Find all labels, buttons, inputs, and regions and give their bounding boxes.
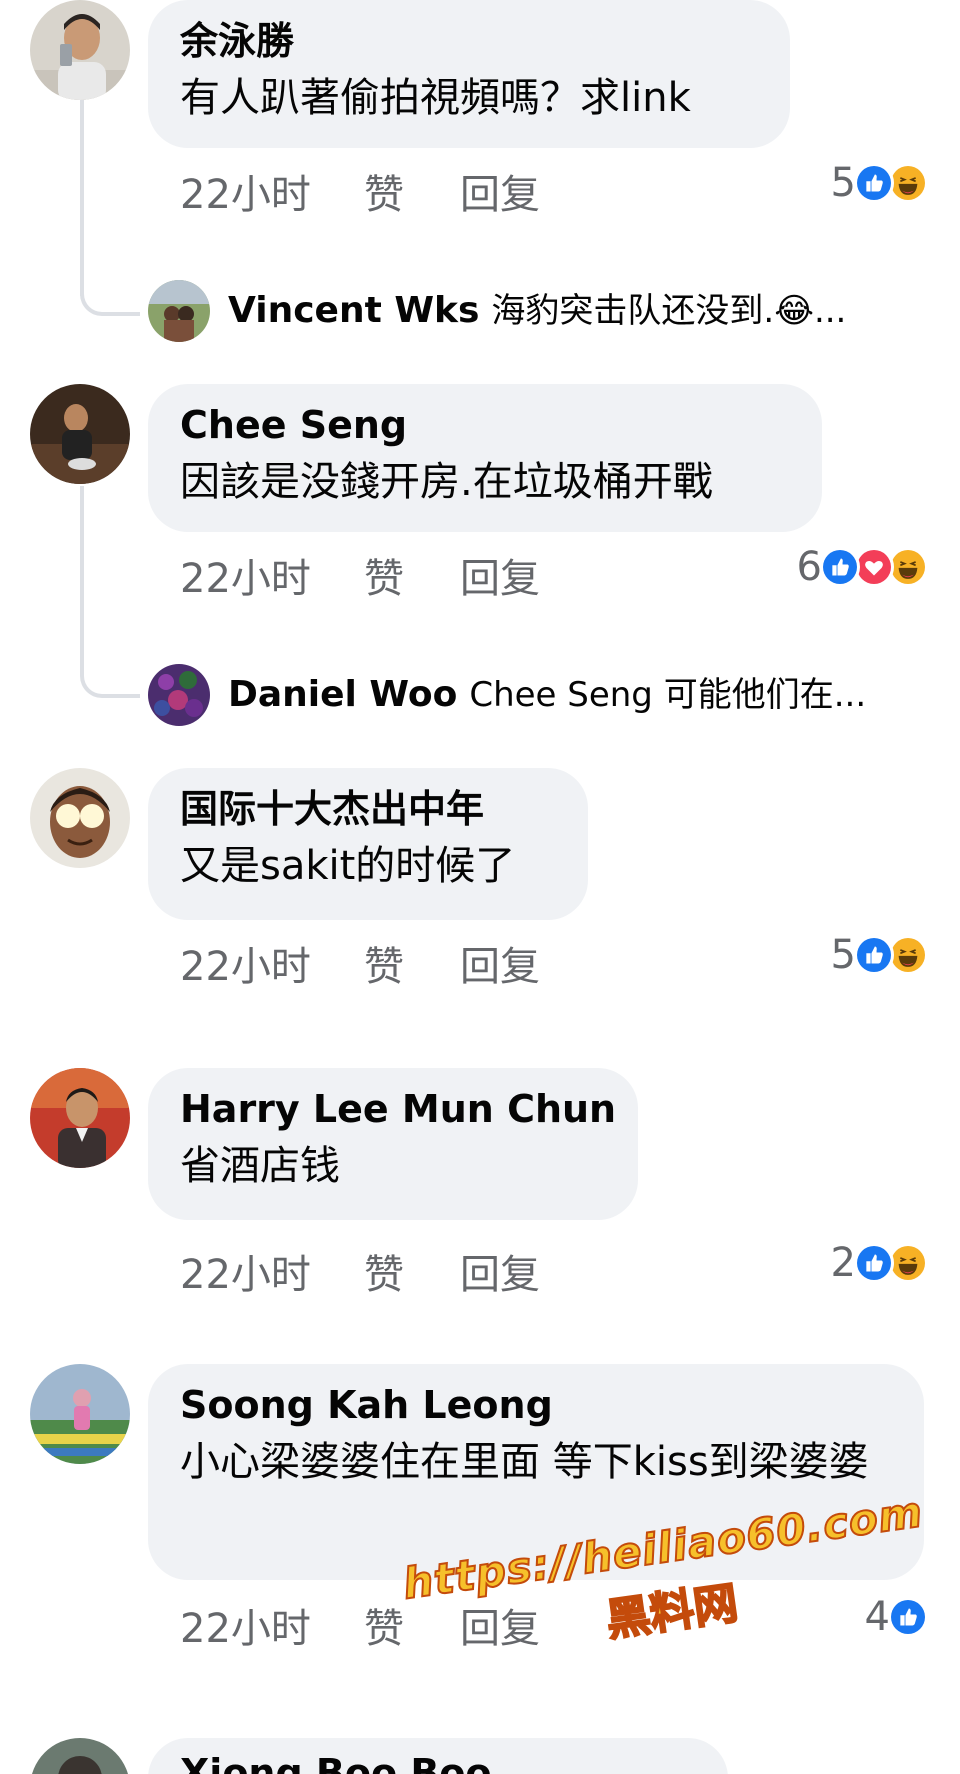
comment-bubble: Xiong Boo Boo xyxy=(148,1738,728,1774)
love-reaction-icon xyxy=(854,547,894,587)
reaction-summary[interactable]: 6 xyxy=(797,544,928,590)
like-reaction-icon xyxy=(888,1597,928,1637)
reply-author[interactable]: Vincent Wks xyxy=(228,290,479,331)
avatar[interactable] xyxy=(30,1068,130,1168)
comment-author[interactable]: Xiong Boo Boo xyxy=(180,1746,696,1774)
reaction-count: 4 xyxy=(864,1594,890,1640)
like-reaction-icon xyxy=(854,163,894,203)
comment-text: 小心梁婆婆住在里面 等下kiss到梁婆婆 xyxy=(180,1439,869,1485)
comment-author[interactable]: 余泳勝 xyxy=(180,14,758,68)
comment-actions: 22小时 赞回复 xyxy=(180,170,540,220)
avatar[interactable] xyxy=(30,1364,130,1464)
reply-preview[interactable]: Daniel Woo Chee Seng 可能他们在... xyxy=(228,664,866,726)
thread-connector-curve xyxy=(80,658,140,698)
reply-avatar[interactable] xyxy=(148,664,210,726)
reply-button[interactable]: 回复 xyxy=(460,1250,540,1300)
avatar[interactable] xyxy=(30,1738,130,1774)
comment-bubble: Chee Seng 因該是没錢开房.在垃圾桶开戰 xyxy=(148,384,822,532)
haha-reaction-icon xyxy=(888,163,928,203)
reply-preview[interactable]: Vincent Wks 海豹突击队还没到.😂... xyxy=(228,280,846,342)
like-button[interactable]: 赞 xyxy=(364,1250,460,1300)
comment-actions: 22小时 赞回复 xyxy=(180,1604,540,1654)
comment-text: 有人趴著偷拍視頻嗎？求link xyxy=(180,75,691,121)
like-reaction-icon xyxy=(854,935,894,975)
comment-time: 22小时 xyxy=(180,556,311,602)
reply-button[interactable]: 回复 xyxy=(460,170,540,220)
reaction-count: 2 xyxy=(830,1240,856,1286)
reply-button[interactable]: 回复 xyxy=(460,554,540,604)
avatar[interactable] xyxy=(30,768,130,868)
avatar[interactable] xyxy=(30,0,130,100)
reply-button[interactable]: 回复 xyxy=(460,1604,540,1654)
like-button[interactable]: 赞 xyxy=(364,1604,460,1654)
like-button[interactable]: 赞 xyxy=(364,554,460,604)
reaction-count: 5 xyxy=(830,932,856,978)
comment-author[interactable]: Chee Seng xyxy=(180,398,790,452)
comment-time: 22小时 xyxy=(180,1606,311,1652)
comment-actions: 22小时 赞回复 xyxy=(180,1250,540,1300)
thread-connector xyxy=(80,96,84,296)
reaction-summary[interactable]: 4 xyxy=(865,1594,928,1640)
comment-bubble: Soong Kah Leong 小心梁婆婆住在里面 等下kiss到梁婆婆 xyxy=(148,1364,924,1580)
comment-author[interactable]: Harry Lee Mun Chun xyxy=(180,1082,616,1136)
comment-bubble: 国际十大杰出中年 又是sakit的时候了 xyxy=(148,768,588,920)
like-reaction-icon xyxy=(854,1243,894,1283)
haha-reaction-icon xyxy=(888,935,928,975)
reaction-count: 6 xyxy=(796,544,822,590)
comment-author[interactable]: 国际十大杰出中年 xyxy=(180,782,556,836)
like-button[interactable]: 赞 xyxy=(364,170,460,220)
comment-text: 省酒店钱 xyxy=(180,1143,340,1189)
comment-author[interactable]: Soong Kah Leong xyxy=(180,1378,892,1432)
thread-connector-curve xyxy=(80,276,140,316)
comment-bubble: 余泳勝 有人趴著偷拍視頻嗎？求link xyxy=(148,0,790,148)
reply-avatar[interactable] xyxy=(148,280,210,342)
reaction-count: 5 xyxy=(830,160,856,206)
comment-text: 因該是没錢开房.在垃圾桶开戰 xyxy=(180,459,713,505)
like-button[interactable]: 赞 xyxy=(364,942,460,992)
reply-text: Chee Seng 可能他们在... xyxy=(469,675,867,715)
comment-actions: 22小时 赞回复 xyxy=(180,942,540,992)
reaction-summary[interactable]: 5 xyxy=(831,160,928,206)
reaction-summary[interactable]: 5 xyxy=(831,932,928,978)
haha-reaction-icon xyxy=(888,547,928,587)
comment-bubble: Harry Lee Mun Chun 省酒店钱 xyxy=(148,1068,638,1220)
thread-connector xyxy=(80,486,84,676)
comment-text: 又是sakit的时候了 xyxy=(180,843,516,889)
avatar[interactable] xyxy=(30,384,130,484)
like-reaction-icon xyxy=(820,547,860,587)
reply-button[interactable]: 回复 xyxy=(460,942,540,992)
comment-time: 22小时 xyxy=(180,172,311,218)
comment-time: 22小时 xyxy=(180,944,311,990)
reply-text: 海豹突击队还没到.😂... xyxy=(491,291,847,331)
comment-actions: 22小时 赞回复 xyxy=(180,554,540,604)
reaction-summary[interactable]: 2 xyxy=(831,1240,928,1286)
haha-reaction-icon xyxy=(888,1243,928,1283)
comment-time: 22小时 xyxy=(180,1252,311,1298)
reply-author[interactable]: Daniel Woo xyxy=(228,674,457,715)
